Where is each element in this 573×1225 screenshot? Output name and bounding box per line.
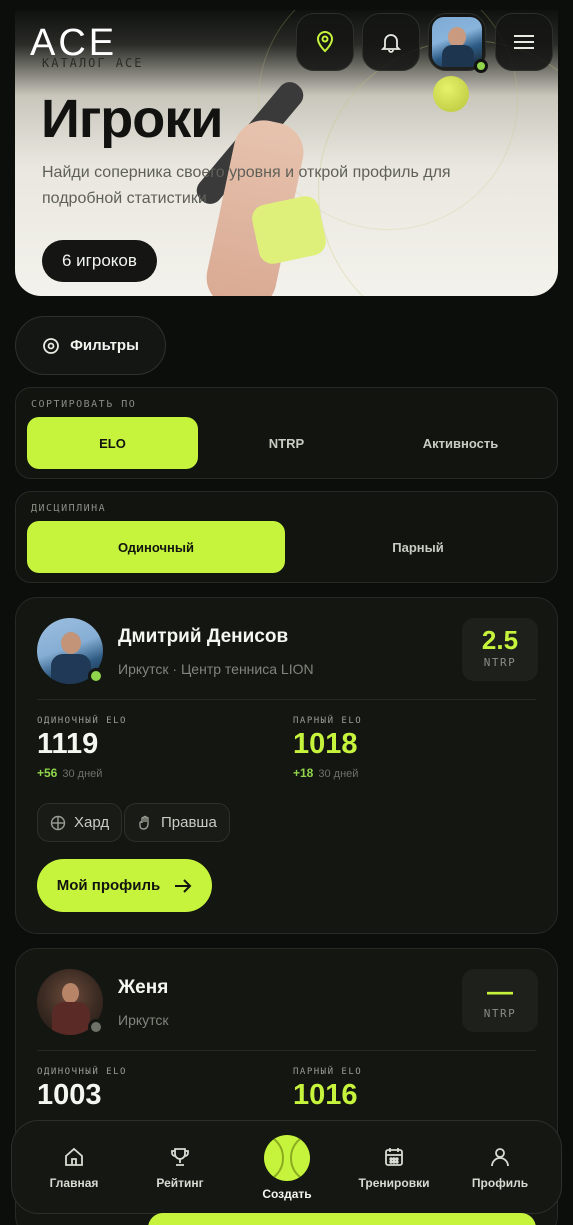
settings-icon [43,337,60,354]
ace-logo[interactable]: ACE [30,22,117,65]
player-avatar-face [62,983,79,1003]
doubles-delta-period: 30 дней [318,768,359,780]
menu-button[interactable] [495,13,553,71]
tennis-ball-icon[interactable] [264,1135,310,1181]
user-icon [491,1148,509,1167]
discipline-option-doubles[interactable]: Парный [289,521,547,573]
player-location: Иркутск · Центр тенниса LION [118,661,314,677]
menu-icon [514,35,534,49]
discipline-panel: ДИСЦИПЛИНА Одиночный Парный [15,491,558,583]
ntrp-value: — [487,976,513,1006]
ntrp-label: NTRP [483,656,517,669]
my-profile-button[interactable]: Мой профиль [37,859,212,912]
player-name[interactable]: Дмитрий Денисов [118,626,288,648]
location-pin-icon [316,31,334,53]
nav-rating[interactable]: Рейтинг [140,1121,220,1215]
surface-tag: Хард [37,803,123,842]
doubles-elo-label: ПАРНЫЙ ELO [293,716,363,726]
my-profile-label: Мой профиль [56,877,161,894]
sort-option-elo[interactable]: ELO [27,417,198,469]
avatar[interactable] [432,17,482,67]
player-name[interactable]: Женя [118,977,168,999]
filters-button[interactable]: Фильтры [15,316,166,375]
bottom-navigation: Главная Рейтинг Создать Тренировки Профи… [11,1120,562,1214]
offline-status-dot [88,1019,104,1035]
singles-elo-delta: +56 30 дней [37,766,102,780]
doubles-elo-value: 1018 [293,728,358,760]
player-avatar-body [52,1002,90,1035]
arrow-right-icon [175,878,192,893]
singles-elo-label: ОДИНОЧНЫЙ ELO [37,716,127,726]
singles-elo-value: 1003 [37,1079,102,1111]
nav-create-label[interactable]: Создать [252,1187,322,1201]
singles-delta-period: 30 дней [62,768,103,780]
player-avatar-body [51,654,91,684]
doubles-delta-value: +18 [293,766,314,780]
divider [37,699,536,700]
doubles-elo-label: ПАРНЫЙ ELO [293,1067,363,1077]
page-title: Игроки [41,89,223,149]
nav-home[interactable]: Главная [34,1121,114,1215]
nav-trainings-label: Тренировки [358,1176,430,1190]
ntrp-label: NTRP [483,1007,517,1020]
globe-icon [50,815,66,830]
ntrp-badge: — NTRP [462,969,538,1032]
nav-home-label: Главная [49,1176,99,1190]
avatar-body [442,45,474,67]
player-avatar-face [61,632,81,654]
notifications-button[interactable] [362,13,420,71]
players-count-badge: 6 игроков [42,240,157,282]
tennis-ball-image [433,76,469,112]
sort-option-ntrp[interactable]: NTRP [201,417,372,469]
trophy-icon [171,1148,189,1166]
sort-panel: СОРТИРОВАТЬ ПО ELO NTRP Активность [15,387,558,479]
hero-subtitle: Найди соперника своего уровня и открой п… [42,164,451,207]
bell-icon [380,34,402,53]
discipline-label: ДИСЦИПЛИНА [31,503,107,514]
nav-profile[interactable]: Профиль [462,1121,538,1215]
sort-label: СОРТИРОВАТЬ ПО [31,399,137,410]
singles-elo-label: ОДИНОЧНЫЙ ELO [37,1067,127,1077]
doubles-elo-value: 1016 [293,1079,358,1111]
player-card[interactable]: Дмитрий Денисов Иркутск · Центр тенниса … [15,597,558,934]
nav-profile-label: Профиль [471,1176,529,1190]
discipline-option-singles[interactable]: Одиночный [27,521,285,573]
online-status-dot [474,59,488,73]
singles-delta-value: +56 [37,766,58,780]
doubles-elo-delta: +18 30 дней [293,766,358,780]
location-button[interactable] [296,13,354,71]
hand-tag-label: Правша [161,814,217,831]
nav-rating-label: Рейтинг [156,1176,204,1190]
hand-tag: Правша [124,803,230,842]
ntrp-value: 2.5 [481,625,519,655]
player-location: Иркутск [118,1012,169,1028]
singles-elo-value: 1119 [37,728,99,760]
sort-option-activity[interactable]: Активность [375,417,546,469]
surface-tag-label: Хард [74,814,110,831]
hand-icon [139,815,149,830]
divider [37,1050,536,1051]
ntrp-badge: 2.5 NTRP [462,618,538,681]
tennis-ball-seams [273,1138,301,1178]
profile-button-peek[interactable] [148,1213,536,1225]
online-status-dot [88,668,104,684]
home-icon [65,1147,83,1166]
avatar-face [448,27,466,47]
nav-trainings[interactable]: Тренировки [352,1121,436,1215]
filters-label: Фильтры [70,337,139,354]
calendar-icon [385,1148,403,1166]
